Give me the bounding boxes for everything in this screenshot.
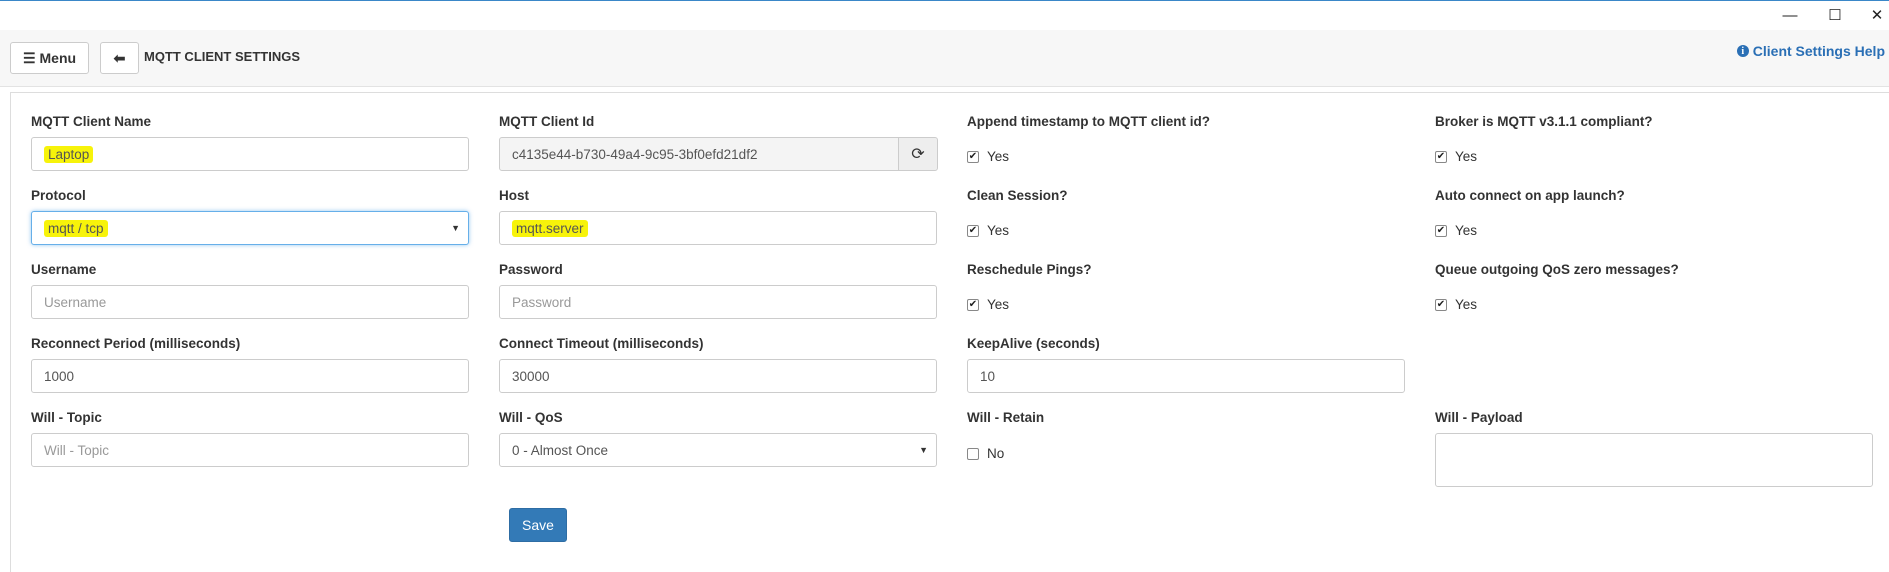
page-title: MQTT CLIENT SETTINGS (144, 49, 300, 64)
append-timestamp-label: Append timestamp to MQTT client id? (967, 114, 1210, 129)
save-button[interactable]: Save (509, 508, 567, 542)
help-link-label: Client Settings Help (1752, 43, 1885, 59)
username-input[interactable]: Username (31, 285, 469, 319)
clean-session-checkbox[interactable]: ✔ (967, 224, 979, 237)
protocol-select[interactable]: mqtt / tcp ▼ (31, 211, 469, 245)
reschedule-pings-option: Yes (987, 297, 1010, 312)
reschedule-pings-checkbox[interactable]: ✔ (967, 298, 979, 311)
queue-qos-zero-label: Queue outgoing QoS zero messages? (1435, 262, 1679, 277)
refresh-icon: ⟳ (911, 146, 925, 163)
auto-connect-checkbox-row[interactable]: ✔ Yes (1435, 223, 1477, 238)
protocol-label: Protocol (31, 188, 86, 203)
host-value: mqtt.server (512, 219, 588, 237)
queue-qos-zero-option: Yes (1455, 297, 1478, 312)
clean-session-option: Yes (987, 223, 1010, 238)
will-topic-label: Will - Topic (31, 410, 102, 425)
client-name-value: Laptop (44, 145, 94, 163)
append-timestamp-checkbox-row[interactable]: ✔ Yes (967, 149, 1009, 164)
client-settings-help-link[interactable]: i Client Settings Help (1736, 43, 1885, 59)
auto-connect-checkbox[interactable]: ✔ (1435, 224, 1447, 237)
reschedule-pings-label: Reschedule Pings? (967, 262, 1092, 277)
clean-session-label: Clean Session? (967, 188, 1068, 203)
window-top-border (0, 0, 1889, 1)
menu-button[interactable]: ☰ Menu (10, 42, 89, 74)
broker-compliant-checkbox-row[interactable]: ✔ Yes (1435, 149, 1477, 164)
will-retain-label: Will - Retain (967, 410, 1045, 425)
connect-timeout-input[interactable]: 30000 (499, 359, 937, 393)
info-circle-icon: i (1736, 45, 1749, 57)
keepalive-label: KeepAlive (seconds) (967, 336, 1100, 351)
reconnect-period-input[interactable]: 1000 (31, 359, 469, 393)
reschedule-pings-checkbox-row[interactable]: ✔ Yes (967, 297, 1009, 312)
will-topic-input[interactable]: Will - Topic (31, 433, 469, 467)
minimize-icon[interactable]: — (1779, 6, 1801, 24)
broker-compliant-checkbox[interactable]: ✔ (1435, 150, 1447, 163)
arrow-left-icon: ⬅ (113, 49, 126, 66)
connect-timeout-label: Connect Timeout (milliseconds) (499, 336, 704, 351)
client-id-label: MQTT Client Id (499, 114, 595, 129)
clean-session-checkbox-row[interactable]: ✔ Yes (967, 223, 1009, 238)
auto-connect-label: Auto connect on app launch? (1435, 188, 1625, 203)
will-payload-label: Will - Payload (1435, 410, 1523, 425)
will-retain-option: No (987, 446, 1005, 461)
queue-qos-zero-checkbox[interactable]: ✔ (1435, 298, 1447, 311)
maximize-icon[interactable]: ☐ (1824, 6, 1846, 24)
broker-compliant-option: Yes (1455, 149, 1478, 164)
will-retain-checkbox-row[interactable]: No (967, 446, 1004, 461)
keepalive-input[interactable]: 10 (967, 359, 1405, 393)
will-retain-checkbox[interactable] (967, 447, 979, 460)
caret-down-icon: ▼ (451, 223, 460, 233)
protocol-value: mqtt / tcp (44, 219, 108, 237)
host-input[interactable]: mqtt.server (499, 211, 937, 245)
reconnect-period-label: Reconnect Period (milliseconds) (31, 336, 241, 351)
will-qos-label: Will - QoS (499, 410, 563, 425)
queue-qos-zero-checkbox-row[interactable]: ✔ Yes (1435, 297, 1477, 312)
password-label: Password (499, 262, 563, 277)
back-button[interactable]: ⬅ (100, 42, 139, 74)
regenerate-client-id-button[interactable]: ⟳ (898, 137, 938, 171)
will-qos-select[interactable]: 0 - Almost Once ▼ (499, 433, 937, 467)
broker-compliant-label: Broker is MQTT v3.1.1 compliant? (1435, 114, 1653, 129)
client-name-label: MQTT Client Name (31, 114, 152, 129)
client-id-input[interactable]: c4135e44-b730-49a4-9c95-3bf0efd21df2 (499, 137, 899, 171)
will-payload-textarea[interactable] (1435, 433, 1873, 487)
host-label: Host (499, 188, 529, 203)
password-input[interactable]: Password (499, 285, 937, 319)
hamburger-icon: ☰ (22, 49, 36, 66)
append-timestamp-option: Yes (987, 149, 1010, 164)
close-icon[interactable]: ✕ (1866, 6, 1888, 24)
caret-down-icon: ▼ (919, 445, 928, 455)
menu-button-label: Menu (39, 50, 77, 66)
will-qos-value: 0 - Almost Once (512, 442, 609, 458)
username-label: Username (31, 262, 97, 277)
auto-connect-option: Yes (1455, 223, 1478, 238)
append-timestamp-checkbox[interactable]: ✔ (967, 150, 979, 163)
client-name-input[interactable]: Laptop (31, 137, 469, 171)
